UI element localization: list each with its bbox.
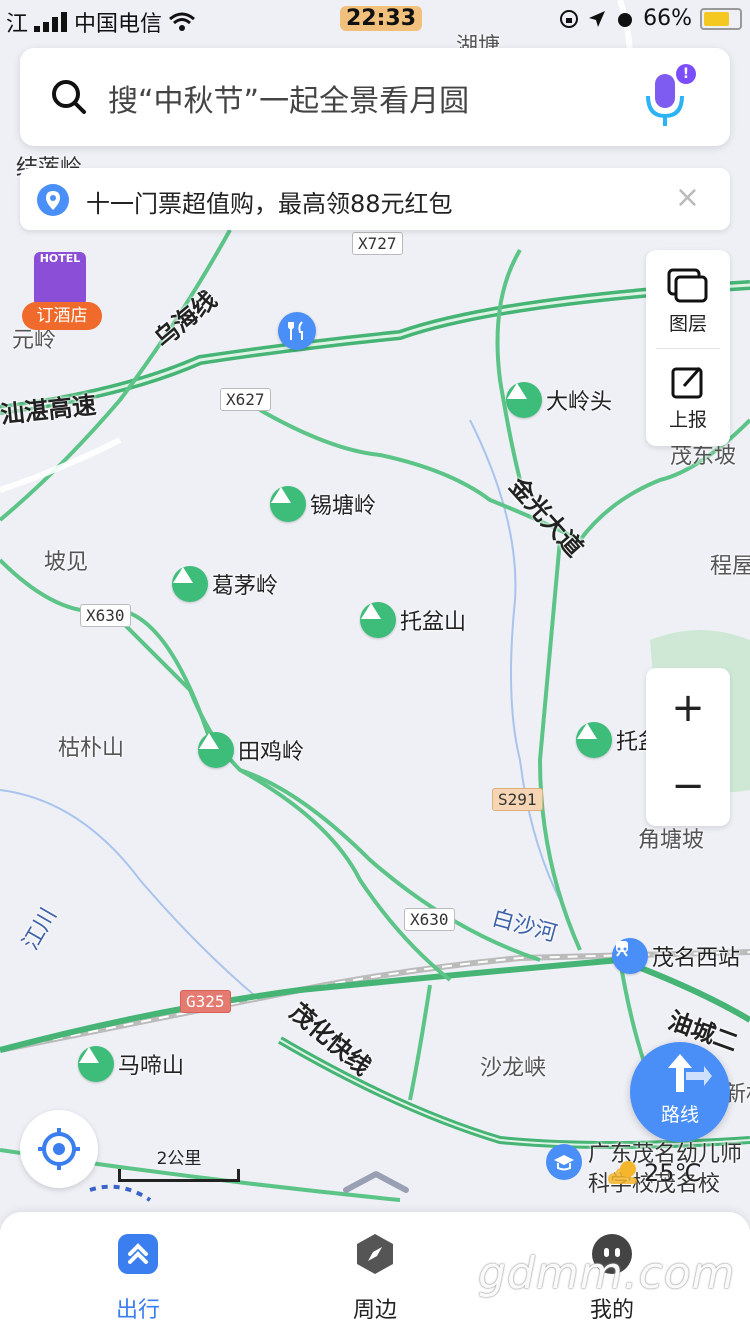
route-button[interactable]: 路线: [630, 1042, 730, 1142]
search-icon: [52, 80, 86, 114]
cloudy-sun-icon: [608, 1161, 637, 1184]
hotel-sign: HOTEL: [39, 252, 81, 265]
status-time: 22:33: [340, 6, 423, 31]
book-hotel-label: 订酒店: [22, 302, 102, 330]
restaurant-icon[interactable]: [278, 312, 316, 350]
peak-label: 马啼山: [118, 1054, 185, 1079]
mountain-icon: [576, 722, 612, 758]
edit-report-icon: [671, 367, 703, 399]
report-button[interactable]: 上报: [646, 364, 730, 432]
signal-icon: [34, 12, 68, 32]
peak-tianjiling[interactable]: 田鸡岭: [198, 732, 304, 768]
zoom-out-button[interactable]: −: [646, 756, 730, 816]
alarm-icon: [618, 12, 633, 27]
location-arrow-icon: [589, 10, 606, 27]
peak-tuopenshan[interactable]: 托盆山: [360, 602, 466, 638]
peak-mitishan[interactable]: 马啼山: [78, 1046, 184, 1082]
road-tag-x630: X630: [80, 604, 131, 627]
layers-icon: [667, 268, 708, 303]
place-pojian: 坡见: [44, 550, 89, 575]
mountain-icon: [198, 732, 234, 768]
locate-me-button[interactable]: [20, 1110, 98, 1188]
hotel-icon: HOTEL: [34, 252, 86, 306]
tab-label: 周边: [352, 1298, 397, 1323]
mountain-icon: [172, 566, 208, 602]
road-tag-s291: S291: [492, 788, 543, 811]
compass-icon: [357, 1234, 393, 1274]
route-arrow-icon: [668, 1054, 712, 1092]
mountain-icon: [270, 486, 306, 522]
mountain-icon: [78, 1046, 114, 1082]
tab-travel[interactable]: 出行: [78, 1232, 198, 1324]
location-pin-icon: [37, 184, 69, 216]
peak-label: 田鸡岭: [238, 740, 305, 765]
map-tools-panel: 图层 上报: [646, 250, 730, 446]
layers-label: 图层: [668, 313, 707, 335]
battery-percent: 66%: [643, 6, 692, 31]
school-icon[interactable]: [546, 1144, 582, 1180]
promo-banner[interactable]: 十一门票超值购，最高领88元红包 ×: [20, 168, 730, 230]
train-station-icon: [612, 938, 648, 974]
road-tag-x630-2: X630: [404, 908, 455, 931]
weather-widget[interactable]: 25℃: [606, 1158, 702, 1188]
scale-label: 2公里: [156, 1149, 202, 1169]
tab-label: 出行: [115, 1298, 160, 1323]
carrier-prefix: 江: [6, 12, 29, 37]
station-label: 茂名西站: [652, 946, 741, 971]
status-right: 66%: [559, 6, 742, 31]
mountain-icon: [360, 602, 396, 638]
close-icon[interactable]: ×: [675, 180, 700, 215]
search-bar[interactable]: 搜“中秋节”一起全景看月圆 !: [20, 48, 730, 146]
road-tag-x727: X727: [352, 232, 403, 255]
peak-gemaoling[interactable]: 葛茅岭: [172, 566, 278, 602]
carrier-info: 江 中国电信: [6, 6, 196, 38]
watermark: gdmm.com: [478, 1248, 736, 1299]
chevron-up-icon[interactable]: [342, 1168, 410, 1194]
scale-bar: [118, 1169, 240, 1182]
place-shalongxia: 沙龙峡: [480, 1056, 547, 1081]
place-kupushan: 枯朴山: [58, 736, 125, 761]
notification-badge: !: [676, 64, 696, 84]
road-tag-g325: G325: [180, 990, 231, 1013]
travel-icon: [118, 1234, 158, 1274]
rotation-lock-icon: [560, 9, 579, 28]
peak-label: 大岭头: [546, 390, 613, 415]
peak-label: 葛茅岭: [212, 574, 279, 599]
map-scale: 2公里: [118, 1144, 240, 1182]
crosshair-icon: [38, 1128, 80, 1170]
report-label: 上报: [668, 409, 707, 431]
status-bar: 江 中国电信 22:33 66%: [0, 0, 750, 40]
tab-nearby[interactable]: 周边: [315, 1232, 435, 1324]
peak-label: 托盆山: [400, 610, 467, 635]
search-placeholder[interactable]: 搜“中秋节”一起全景看月圆: [108, 76, 469, 120]
layers-button[interactable]: 图层: [646, 268, 730, 336]
place-jiaotangpo: 角塘坡: [638, 828, 705, 853]
place-chengwu: 程屋: [710, 554, 750, 579]
road-tag-x627: X627: [220, 388, 271, 411]
station-maomingxi[interactable]: 茂名西站: [612, 938, 740, 974]
wifi-icon: [169, 12, 195, 31]
zoom-in-button[interactable]: +: [646, 678, 730, 738]
peak-dalingtou[interactable]: 大岭头: [506, 382, 612, 418]
route-label: 路线: [660, 1104, 699, 1126]
mountain-icon: [506, 382, 542, 418]
battery-icon: [700, 7, 742, 30]
book-hotel-button[interactable]: HOTEL 订酒店: [20, 252, 102, 332]
weather-temp: 25℃: [644, 1159, 702, 1187]
peak-label: 锡塘岭: [310, 494, 377, 519]
promo-text: 十一门票超值购，最高领88元红包: [86, 190, 453, 218]
peak-xitangling[interactable]: 锡塘岭: [270, 486, 376, 522]
zoom-controls: + −: [646, 668, 730, 826]
carrier-name: 中国电信: [74, 12, 163, 37]
